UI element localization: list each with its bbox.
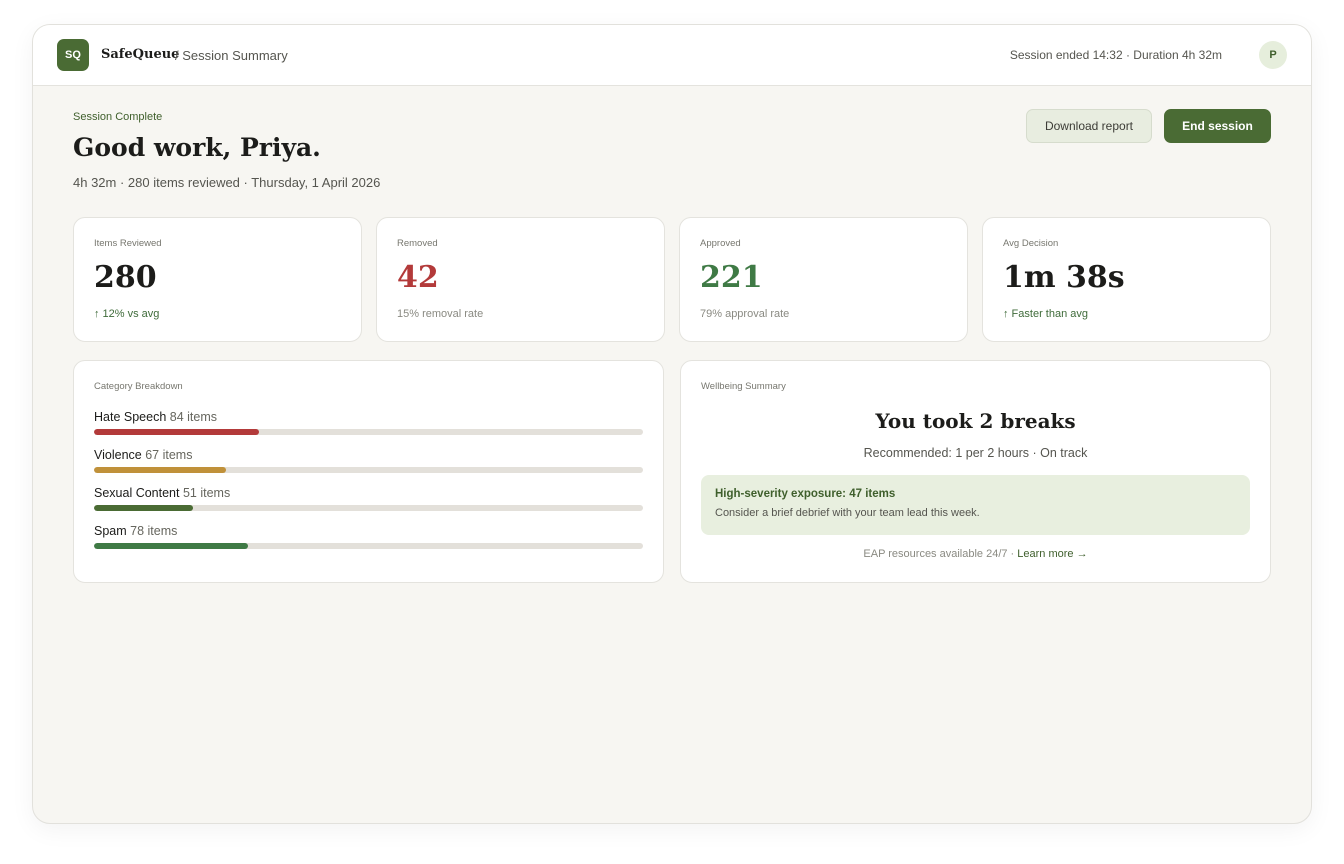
category-track — [94, 467, 643, 473]
top-bar: SQ SafeQueue / Session Summary Session e… — [33, 25, 1311, 86]
end-session-button[interactable]: End session — [1164, 109, 1271, 143]
category-track — [94, 505, 643, 511]
breadcrumb: / Session Summary — [175, 48, 288, 63]
category-breakdown-panel: Category Breakdown Hate Speech 84 items … — [73, 360, 664, 583]
session-info: Session ended 14:32 · Duration 4h 32m — [1009, 48, 1222, 62]
eap-note: EAP resources available 24/7 · Learn mor… — [681, 548, 1270, 560]
stat-label: Items Reviewed — [94, 238, 162, 249]
category-fill — [94, 543, 248, 549]
stat-value: 280 — [94, 260, 157, 295]
category-row-sexual-content: Sexual Content 51 items — [94, 485, 643, 511]
stat-value: 1m 38s — [1003, 260, 1125, 295]
session-subline: 4h 32m · 280 items reviewed · Thursday, … — [73, 175, 381, 190]
category-fill — [94, 505, 193, 511]
breaks-recommendation: Recommended: 1 per 2 hours · On track — [863, 446, 1088, 460]
breaks-title: You took 2 breaks — [875, 409, 1076, 433]
stat-sub: ↑ Faster than avg — [1003, 308, 1088, 320]
wellbeing-summary-panel: Wellbeing Summary You took 2 breaks Reco… — [680, 360, 1271, 583]
stat-label: Avg Decision — [1003, 238, 1059, 249]
category-row-violence: Violence 67 items — [94, 447, 643, 473]
app-window: SQ SafeQueue / Session Summary Session e… — [32, 24, 1312, 824]
session-complete-label: Session Complete — [73, 111, 163, 123]
page-title: Good work, Priya. — [73, 133, 321, 162]
stat-card-approved: Approved 221 79% approval rate — [679, 217, 968, 342]
avatar[interactable]: P — [1259, 41, 1287, 69]
alert-title: High-severity exposure: 47 items — [715, 488, 896, 500]
category-count: 51 items — [182, 486, 231, 500]
stat-sub: 15% removal rate — [397, 308, 484, 320]
panel-label: Category Breakdown — [94, 381, 183, 392]
stat-card-items-reviewed: Items Reviewed 280 ↑ 12% vs avg — [73, 217, 362, 342]
category-track — [94, 429, 643, 435]
category-row-spam: Spam 78 items — [94, 523, 643, 549]
download-report-button[interactable]: Download report — [1026, 109, 1152, 143]
category-name: Violence — [94, 448, 142, 462]
panel-label: Wellbeing Summary — [701, 381, 786, 392]
category-count: 78 items — [130, 524, 178, 538]
stat-value: 221 — [700, 260, 763, 295]
eap-text: EAP resources available 24/7 · — [863, 548, 1018, 560]
stat-card-avg-decision: Avg Decision 1m 38s ↑ Faster than avg — [982, 217, 1271, 342]
category-track — [94, 543, 643, 549]
category-count: 67 items — [145, 448, 193, 462]
category-row-hate-speech: Hate Speech 84 items — [94, 409, 643, 435]
stat-sub: ↑ 12% vs avg — [94, 308, 160, 320]
category-fill — [94, 467, 226, 473]
category-fill — [94, 429, 259, 435]
category-name: Hate Speech — [94, 410, 167, 424]
stat-label: Approved — [700, 238, 741, 249]
stat-card-removed: Removed 42 15% removal rate — [376, 217, 665, 342]
category-name: Spam — [94, 524, 127, 538]
brand-name[interactable]: SafeQueue — [101, 47, 179, 62]
stat-sub: 79% approval rate — [700, 308, 790, 320]
exposure-alert: High-severity exposure: 47 items Conside… — [701, 475, 1250, 535]
logo[interactable]: SQ — [57, 39, 89, 71]
alert-body: Consider a brief debrief with your team … — [715, 507, 980, 519]
category-count: 84 items — [169, 410, 218, 424]
stat-label: Removed — [397, 238, 438, 249]
learn-more-link[interactable]: Learn more → — [1017, 548, 1087, 560]
stat-value: 42 — [397, 260, 439, 295]
category-name: Sexual Content — [94, 486, 180, 500]
